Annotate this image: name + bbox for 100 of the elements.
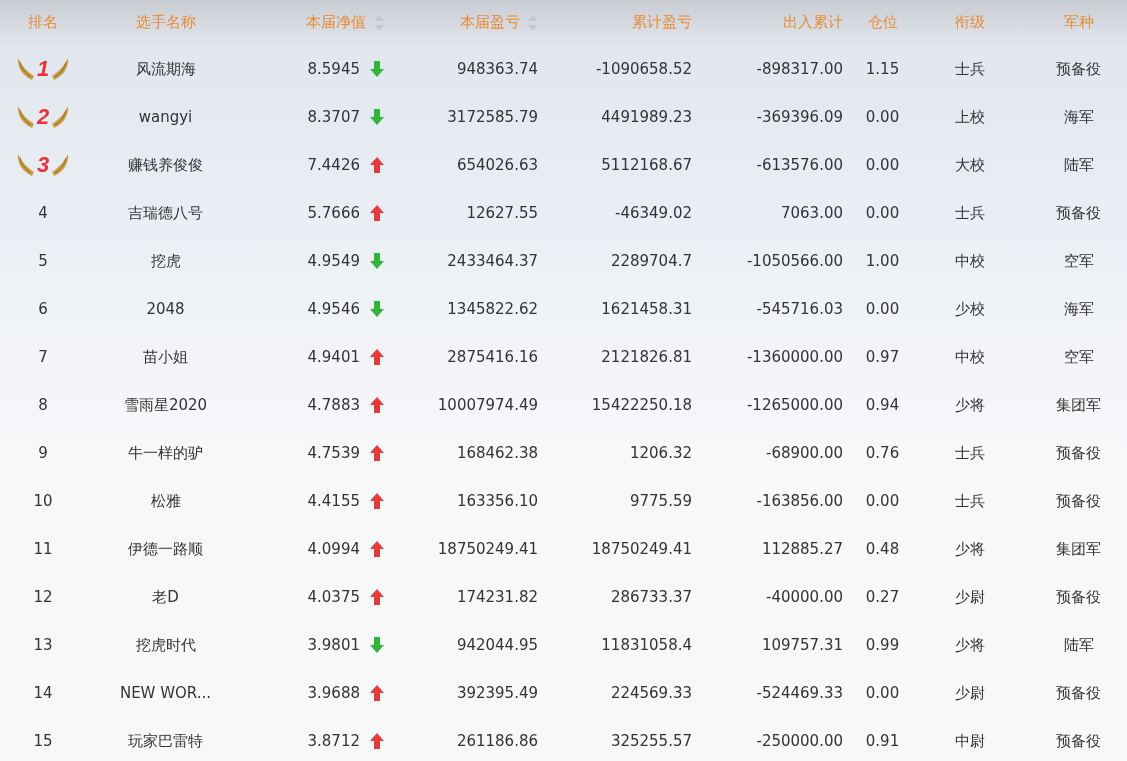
rank-number: 14 bbox=[33, 682, 53, 704]
in-out-value: 7063.00 bbox=[780, 203, 843, 222]
grade-text: 士兵 bbox=[955, 491, 985, 510]
grade-text: 中校 bbox=[955, 251, 985, 270]
pnl-value: 163356.10 bbox=[456, 491, 538, 510]
in-out-value: -1265000.00 bbox=[746, 395, 843, 414]
branch-text: 集团军 bbox=[1056, 539, 1101, 558]
net-value: 4.0375 bbox=[307, 586, 360, 608]
rank-number: 3 bbox=[36, 154, 50, 176]
pnl-value: 10007974.49 bbox=[437, 395, 538, 414]
branch-text: 海军 bbox=[1063, 299, 1094, 318]
branch-text: 陆军 bbox=[1063, 635, 1094, 654]
branch-text: 预备役 bbox=[1056, 731, 1101, 750]
net-value: 4.7539 bbox=[307, 442, 360, 464]
branch-text: 预备役 bbox=[1056, 443, 1101, 462]
total-pnl-value: 15422250.18 bbox=[591, 395, 692, 414]
grade-text: 少将 bbox=[955, 395, 985, 414]
position-value: 0.76 bbox=[865, 443, 900, 462]
total-pnl-value: 286733.37 bbox=[610, 587, 692, 606]
grade-text: 中校 bbox=[955, 347, 985, 366]
position-value: 0.00 bbox=[865, 155, 900, 174]
rank-number: 13 bbox=[33, 634, 53, 656]
column-header: 军种 bbox=[1063, 12, 1094, 34]
in-out-value: -250000.00 bbox=[756, 731, 843, 750]
grade-text: 士兵 bbox=[955, 59, 985, 78]
in-out-value: 112885.27 bbox=[761, 539, 843, 558]
total-pnl-value: -1090658.52 bbox=[595, 59, 692, 78]
sort-icon[interactable] bbox=[374, 15, 384, 30]
in-out-value: -68900.00 bbox=[766, 443, 843, 462]
net-value: 3.8712 bbox=[307, 730, 360, 752]
net-value: 3.9801 bbox=[307, 634, 360, 656]
player-name: 伊德一路顺 bbox=[128, 539, 203, 558]
column-header: 排名 bbox=[28, 12, 58, 34]
rank-number: 1 bbox=[36, 58, 50, 80]
net-value: 4.7883 bbox=[307, 394, 360, 416]
player-name: 松雅 bbox=[150, 491, 181, 510]
player-name: 玩家巴雷特 bbox=[128, 731, 203, 750]
total-pnl-value: 9775.59 bbox=[629, 491, 692, 510]
pnl-value: 174231.82 bbox=[456, 587, 538, 606]
net-value: 4.9401 bbox=[307, 346, 360, 368]
grade-text: 少将 bbox=[955, 635, 985, 654]
position-value: 0.94 bbox=[865, 395, 900, 414]
rank-number: 4 bbox=[38, 202, 48, 224]
pnl-value: 168462.38 bbox=[456, 443, 538, 462]
total-pnl-value: 11831058.4 bbox=[601, 635, 692, 654]
net-value: 8.3707 bbox=[307, 106, 360, 128]
player-name: 老D bbox=[152, 587, 179, 606]
column-header: 衔级 bbox=[955, 12, 985, 34]
branch-text: 集团军 bbox=[1056, 395, 1101, 414]
branch-text: 陆军 bbox=[1063, 155, 1094, 174]
total-pnl-value: 224569.33 bbox=[610, 683, 692, 702]
total-pnl-value: 2121826.81 bbox=[601, 347, 692, 366]
in-out-value: -1050566.00 bbox=[746, 251, 843, 270]
position-value: 0.91 bbox=[865, 731, 900, 750]
position-value: 0.27 bbox=[865, 587, 900, 606]
grade-text: 少将 bbox=[955, 539, 985, 558]
net-value: 4.9546 bbox=[307, 298, 360, 320]
in-out-value: -40000.00 bbox=[766, 587, 843, 606]
column-header: 仓位 bbox=[867, 12, 898, 34]
pnl-value: 1345822.62 bbox=[447, 299, 538, 318]
net-value: 4.4155 bbox=[307, 490, 360, 512]
column-header: 本届净值 bbox=[306, 12, 366, 34]
rank-number: 2 bbox=[36, 106, 50, 128]
position-value: 0.48 bbox=[865, 539, 900, 558]
rank-number: 15 bbox=[33, 730, 53, 752]
column-header: 选手名称 bbox=[135, 12, 196, 34]
player-name: 2048 bbox=[146, 299, 185, 318]
column-header: 累计盈亏 bbox=[632, 12, 692, 34]
total-pnl-value: 1206.32 bbox=[629, 443, 692, 462]
position-value: 0.00 bbox=[865, 683, 900, 702]
player-name: 风流期海 bbox=[135, 59, 196, 78]
pnl-value: 12627.55 bbox=[466, 203, 538, 222]
branch-text: 预备役 bbox=[1056, 587, 1101, 606]
in-out-value: -163856.00 bbox=[756, 491, 843, 510]
player-name: 赚钱养俊俊 bbox=[128, 155, 203, 174]
net-value: 7.4426 bbox=[307, 154, 360, 176]
rank-number: 5 bbox=[38, 250, 48, 272]
player-name: 挖虎 bbox=[150, 251, 181, 270]
net-value: 3.9688 bbox=[307, 682, 360, 704]
position-value: 0.00 bbox=[865, 491, 900, 510]
pnl-value: 3172585.79 bbox=[447, 107, 538, 126]
sort-icon[interactable] bbox=[528, 15, 538, 30]
in-out-value: -898317.00 bbox=[756, 59, 843, 78]
position-value: 1.15 bbox=[865, 59, 900, 78]
pnl-value: 261186.86 bbox=[456, 731, 538, 750]
player-name: 苗小姐 bbox=[143, 347, 188, 366]
branch-text: 预备役 bbox=[1056, 683, 1101, 702]
player-name: NEW WOR... bbox=[119, 683, 212, 702]
branch-text: 预备役 bbox=[1056, 203, 1101, 222]
pnl-value: 2433464.37 bbox=[447, 251, 538, 270]
in-out-value: -369396.09 bbox=[756, 107, 843, 126]
pnl-value: 654026.63 bbox=[456, 155, 538, 174]
net-value: 8.5945 bbox=[307, 58, 360, 80]
total-pnl-value: 18750249.41 bbox=[591, 539, 692, 558]
player-name: 牛一样的驴 bbox=[128, 443, 203, 462]
rank-number: 10 bbox=[33, 490, 53, 512]
total-pnl-value: 4491989.23 bbox=[601, 107, 692, 126]
position-value: 0.97 bbox=[865, 347, 900, 366]
player-name: 雪雨星2020 bbox=[123, 395, 208, 414]
in-out-value: -545716.03 bbox=[756, 299, 843, 318]
